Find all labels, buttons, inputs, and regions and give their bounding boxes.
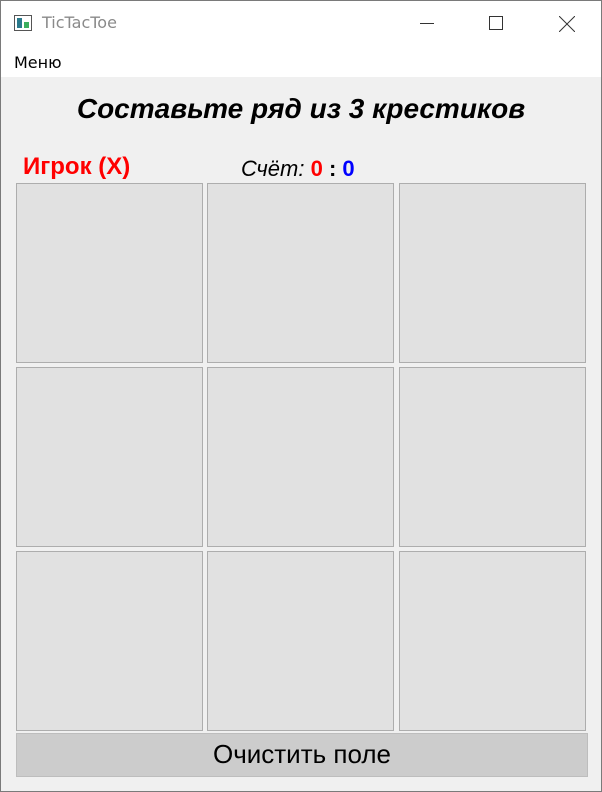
close-button[interactable] [543, 1, 589, 47]
board-cell-7[interactable] [16, 551, 203, 731]
menu-item-menu[interactable]: Меню [14, 53, 62, 72]
minimize-button[interactable] [404, 1, 450, 47]
game-heading: Составьте ряд из 3 крестиков [76, 93, 526, 124]
window-title: TicTacToe [42, 13, 117, 32]
score-separator: : [328, 156, 337, 181]
score-x: 0 [310, 156, 323, 181]
current-player-label: Игрок (X) [23, 153, 131, 180]
board-cell-9[interactable] [399, 551, 586, 731]
board-cell-1[interactable] [16, 183, 203, 363]
game-board [16, 183, 589, 732]
board-cell-3[interactable] [399, 183, 586, 363]
close-icon [559, 16, 575, 32]
app-icon [14, 15, 32, 31]
app-window: TicTacToe Меню Составьте ряд из 3 крести… [0, 0, 602, 792]
board-cell-8[interactable] [207, 551, 394, 731]
title-bar[interactable]: TicTacToe [1, 1, 601, 47]
clear-board-button[interactable]: Очистить поле [16, 733, 588, 777]
board-cell-4[interactable] [16, 367, 203, 547]
board-cell-5[interactable] [207, 367, 394, 547]
score-display: Счёт: 0 : 0 [241, 156, 355, 182]
score-o: 0 [342, 156, 355, 181]
maximize-button[interactable] [473, 1, 519, 47]
board-cell-6[interactable] [399, 367, 586, 547]
board-cell-2[interactable] [207, 183, 394, 363]
maximize-icon [489, 16, 503, 30]
menu-bar: Меню [1, 47, 601, 77]
score-label: Счёт: [241, 156, 305, 181]
minimize-icon [420, 23, 434, 24]
